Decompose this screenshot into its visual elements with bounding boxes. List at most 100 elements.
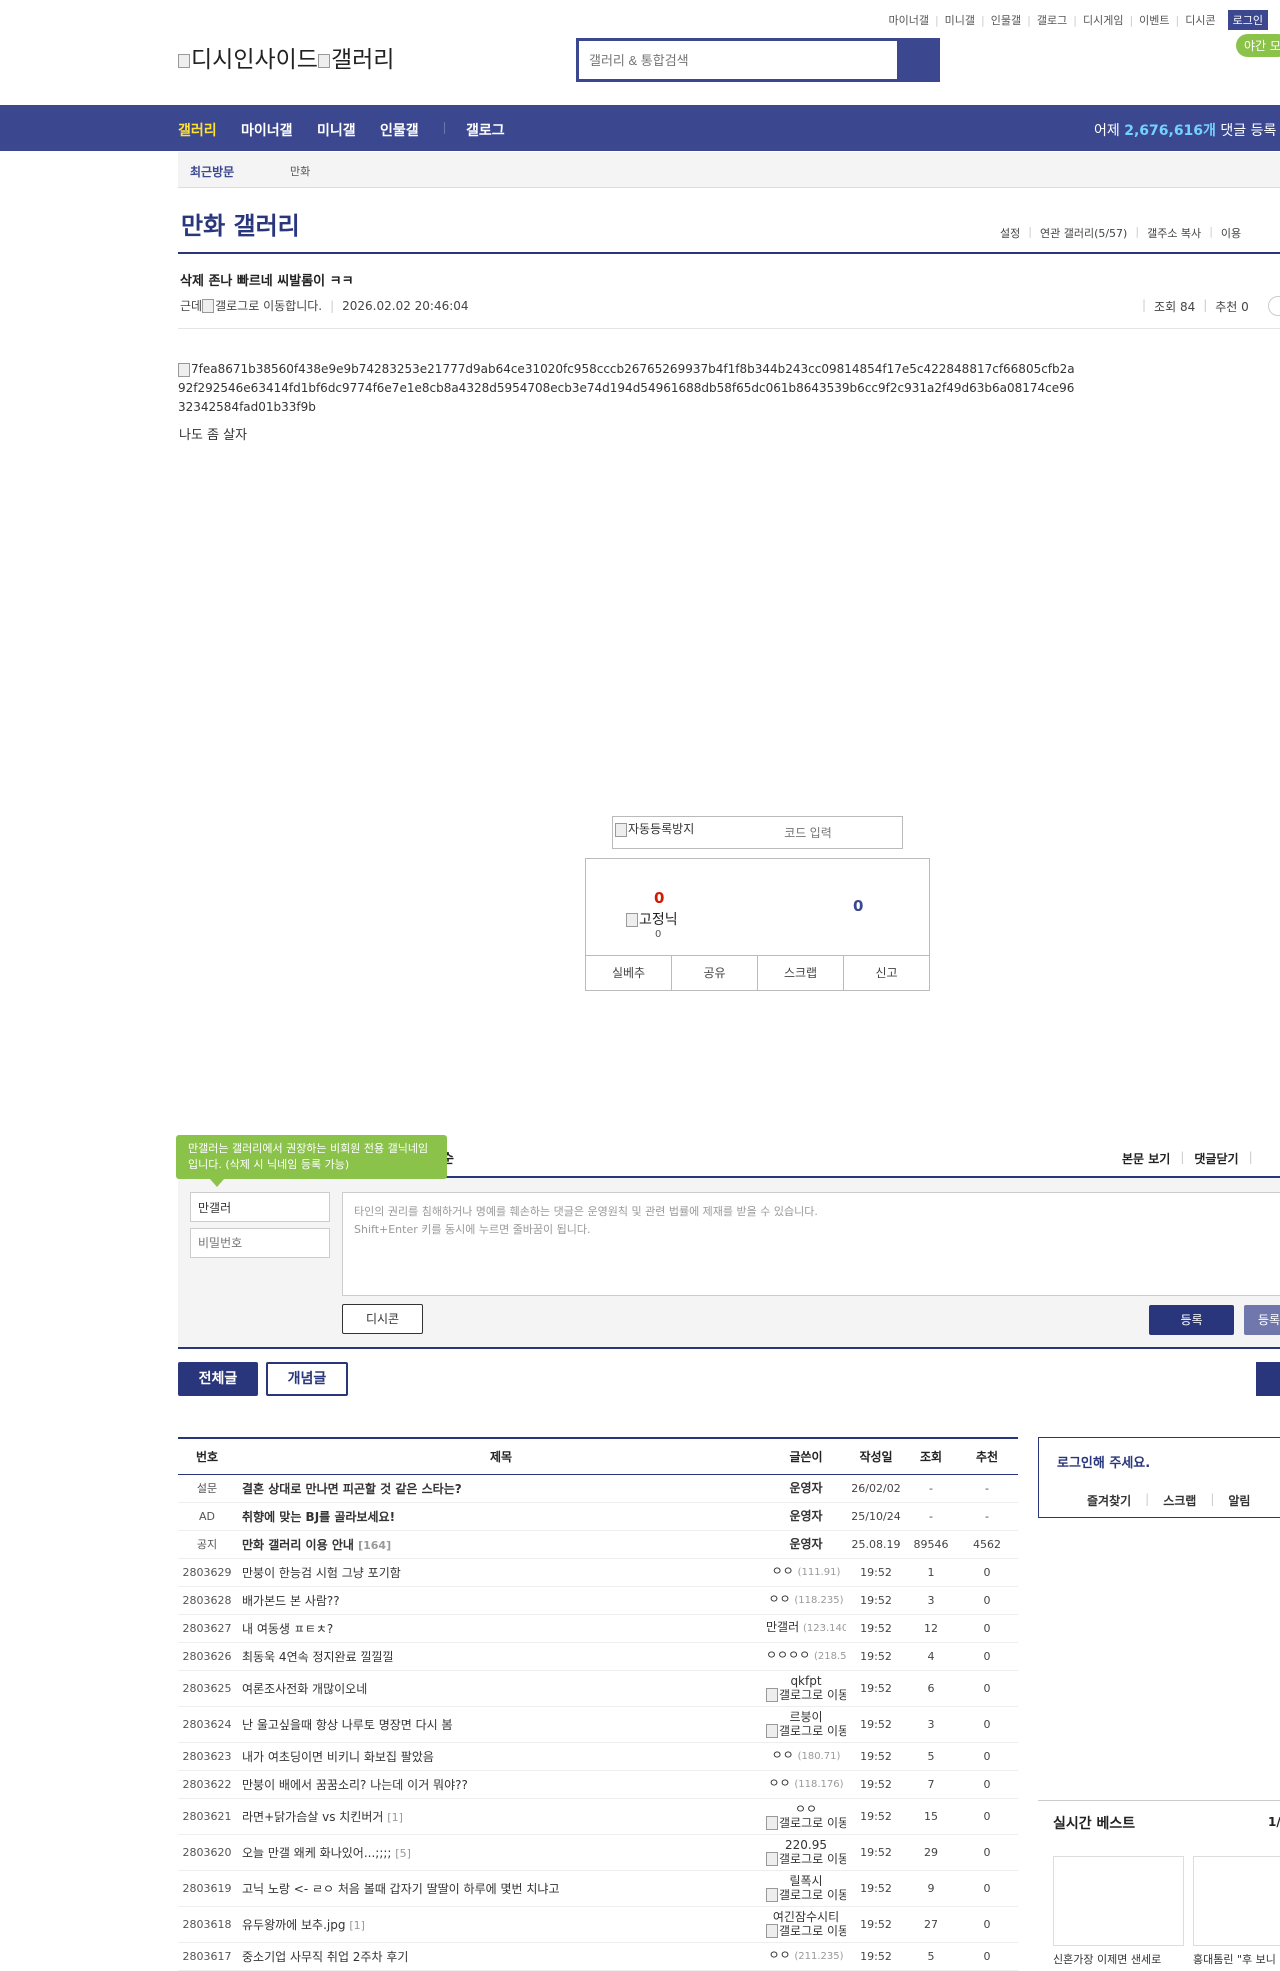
best-thumbnail-1[interactable]: [1053, 1856, 1184, 1946]
row-writer-name[interactable]: 220.95: [785, 1838, 827, 1852]
row-comment-count[interactable]: [5]: [395, 1847, 411, 1860]
row-writer-name[interactable]: 운영자: [789, 1509, 822, 1523]
row-title[interactable]: 유두왕까에 보추.jpg [1]: [236, 1906, 766, 1943]
row-writer-name[interactable]: ㅇㅇ: [768, 1776, 790, 1790]
copy-address-link[interactable]: 갤주소 복사: [1147, 225, 1201, 241]
row-title[interactable]: 만붕이 배에서 꿈꿈소리? 나는데 이거 뭐야??: [236, 1770, 766, 1799]
share-button[interactable]: 공유: [672, 956, 758, 990]
row-title[interactable]: 중소기업 사무직 취업 2주차 후기: [236, 1942, 766, 1971]
best-thumbnail-2[interactable]: [1193, 1856, 1280, 1946]
top-menu-mini[interactable]: 미니갤: [945, 12, 975, 28]
row-title[interactable]: 결혼 상대로 만나면 피곤할 것 같은 스타는?: [236, 1474, 766, 1503]
login-button[interactable]: 로그인: [1227, 10, 1268, 30]
row-writer-name[interactable]: ㅇㅇ: [772, 1748, 794, 1762]
view-body-link[interactable]: 본문 보기: [1122, 1150, 1170, 1167]
row-title-text[interactable]: 만화 갤러리 이용 안내: [242, 1538, 354, 1552]
scrap-button[interactable]: 스크랩: [758, 956, 844, 990]
row-writer-name[interactable]: ㅇㅇㅇㅇ: [766, 1648, 810, 1662]
row-title[interactable]: 오늘 만갤 왜케 화나있어...;;;; [5]: [236, 1834, 766, 1871]
register-button[interactable]: 등록: [1149, 1305, 1234, 1335]
table-row[interactable]: AD 취향에 맞는 BJ를 골라보세요! 운영자 25/10/24- -: [178, 1502, 1018, 1531]
tab-all-posts[interactable]: 전체글: [178, 1362, 258, 1396]
table-row[interactable]: 2803621라면+닭가슴살 vs 치킨버거 [1]ㅇㅇ갤로그로 이동합니다.1…: [178, 1798, 1018, 1835]
row-title-text[interactable]: 내가 여초딩이면 비키니 화보집 팔았음: [242, 1750, 434, 1764]
row-writer-name[interactable]: ㅇㅇ: [795, 1802, 817, 1816]
real-best-button[interactable]: 실베추: [586, 956, 672, 990]
row-comment-count[interactable]: [164]: [358, 1539, 391, 1552]
tab-recommended-posts[interactable]: 개념글: [266, 1362, 348, 1396]
table-row[interactable]: 2803619 고닉 노랑 <- ㄹㅇ 처음 볼때 갑자기 딸딸이 하루에 몇번 …: [178, 1870, 1018, 1907]
row-writer-badge[interactable]: 갤로그로 이동합니다.: [779, 1888, 846, 1902]
row-writer-name[interactable]: 릴폭시: [789, 1874, 822, 1888]
dccon-button[interactable]: 디시콘: [342, 1304, 423, 1334]
downvote-count[interactable]: 0: [853, 897, 863, 915]
row-writer-name[interactable]: ㅇㅇ: [768, 1592, 790, 1606]
row-title-text[interactable]: 오늘 만갤 왜케 화나있어...;;;;: [242, 1846, 391, 1860]
row-title-text[interactable]: 유두왕까에 보추.jpg: [242, 1918, 345, 1932]
register-recommend-button[interactable]: 등록: [1244, 1305, 1280, 1335]
row-title-text[interactable]: 고닉 노랑 <- ㄹㅇ 처음 볼때 갑자기 딸딸이 하루에 몇번 치냐고: [242, 1882, 560, 1896]
row-title[interactable]: 만화 갤러리 이용 안내 [164]: [236, 1530, 766, 1559]
report-button[interactable]: 신고: [844, 956, 929, 990]
top-menu-minor[interactable]: 마이너갤: [888, 12, 928, 28]
top-menu-dccon[interactable]: 디시콘: [1185, 12, 1215, 28]
write-button[interactable]: [1256, 1362, 1280, 1396]
favorites-link[interactable]: 즐겨찾기: [1087, 1492, 1131, 1509]
nav-person[interactable]: 인물갤: [380, 120, 419, 140]
row-title-text[interactable]: 라면+닭가슴살 vs 치킨버거: [242, 1810, 383, 1824]
top-menu-person[interactable]: 인물갤: [991, 12, 1021, 28]
post-author-badge[interactable]: 갤로그로 이동합니다.: [215, 297, 322, 314]
row-writer-name[interactable]: ㅇㅇ: [772, 1564, 794, 1578]
search-button[interactable]: [897, 41, 937, 79]
row-writer-name[interactable]: 운영자: [789, 1537, 822, 1551]
row-title[interactable]: 난 울고싶을때 항상 나루토 명장면 다시 봄: [236, 1706, 766, 1743]
top-menu-game[interactable]: 디시게임: [1083, 12, 1123, 28]
table-row[interactable]: 2803624 난 울고싶을때 항상 나루토 명장면 다시 봄 르붕이갤로그로 이동…: [178, 1706, 1018, 1743]
recent-visit-item[interactable]: 만화: [290, 163, 310, 179]
table-row[interactable]: 2803626 최동욱 4연속 정지완료 낄낄낄 ㅇㅇㅇㅇ (218.52)19:5…: [178, 1642, 1018, 1671]
row-title-text[interactable]: 내 여동생 ㅍㅌㅊ?: [242, 1622, 333, 1636]
row-title[interactable]: 최동욱 4연속 정지완료 낄낄낄: [236, 1642, 766, 1671]
table-row[interactable]: 2803618유두왕까에 보추.jpg [1]여긴잠수시티갤로그로 이동합니다.…: [178, 1906, 1018, 1943]
table-row[interactable]: 2803625 여론조사전화 개많이오네 qkfpt갤로그로 이동합니다.19:52…: [178, 1670, 1018, 1707]
search-input[interactable]: [579, 41, 897, 79]
nav-gallery[interactable]: 갤러리: [178, 120, 217, 140]
row-writer-name[interactable]: 여긴잠수시티: [773, 1910, 839, 1924]
row-title[interactable]: 만붕이 한능검 시험 그냥 포기함: [236, 1558, 766, 1587]
row-writer-name[interactable]: 운영자: [789, 1481, 822, 1495]
table-row[interactable]: 2803620 오늘 만갤 왜케 화나있어...;;;; [5] 220.95 갤로그…: [178, 1834, 1018, 1871]
password-field[interactable]: [190, 1228, 330, 1258]
captcha-input[interactable]: [728, 823, 888, 843]
login-prompt[interactable]: 로그인해 주세요.: [1057, 1452, 1150, 1471]
nav-minor[interactable]: 마이너갤: [241, 120, 293, 140]
table-row[interactable]: 공지 만화 갤러리 이용 안내 [164] 운영자 25.08.19 89546 4562: [178, 1530, 1018, 1559]
row-title-text[interactable]: 만붕이 배에서 꿈꿈소리? 나는데 이거 뭐야??: [242, 1778, 468, 1792]
scrap-link[interactable]: 스크랩: [1163, 1492, 1196, 1509]
row-writer-name[interactable]: 만갤러: [766, 1620, 799, 1634]
row-title-text[interactable]: 배가본드 본 사람??: [242, 1594, 340, 1608]
row-writer-name[interactable]: qkfpt: [790, 1674, 821, 1688]
night-mode-button[interactable]: 야간 모: [1236, 34, 1280, 57]
row-writer-badge[interactable]: 갤로그로 이동합니다.: [779, 1816, 846, 1830]
row-title[interactable]: 취향에 맞는 BJ를 골라보세요!: [236, 1502, 766, 1531]
close-comments-link[interactable]: 댓글닫기: [1194, 1150, 1238, 1167]
table-row[interactable]: 2803628 배가본드 본 사람?? ㅇㅇ (118.235) 19:52 3 0: [178, 1586, 1018, 1615]
row-writer-badge[interactable]: 갤로그로 이동합니다.: [779, 1724, 846, 1738]
more-options-icon[interactable]: [1268, 296, 1280, 316]
best-caption-2[interactable]: 홍대톰린 "후 보니: [1193, 1951, 1276, 1967]
table-row[interactable]: 2803627 내 여동생 ㅍㅌㅊ? 만갤러 (123.140)19:52120: [178, 1614, 1018, 1643]
row-title[interactable]: 내 여동생 ㅍㅌㅊ?: [236, 1614, 766, 1643]
table-row[interactable]: 2803629 만붕이 한능검 시험 그냥 포기함 ㅇㅇ (111.91) 19:52…: [178, 1558, 1018, 1587]
nav-mini[interactable]: 미니갤: [317, 120, 356, 140]
usage-link[interactable]: 이용: [1221, 225, 1241, 241]
row-title-text[interactable]: 만붕이 한능검 시험 그냥 포기함: [242, 1566, 401, 1580]
best-caption-1[interactable]: 신혼가장 이제면 샌세로: [1053, 1951, 1161, 1967]
table-row[interactable]: 2803617 중소기업 사무직 취업 2주차 후기 ㅇㅇ (211.235) 19:…: [178, 1942, 1018, 1971]
row-title[interactable]: 고닉 노랑 <- ㄹㅇ 처음 볼때 갑자기 딸딸이 하루에 몇번 치냐고: [236, 1870, 766, 1907]
notification-link[interactable]: 알림: [1228, 1492, 1250, 1509]
row-title-text[interactable]: 중소기업 사무직 취업 2주차 후기: [242, 1950, 408, 1964]
row-writer-name[interactable]: 르붕이: [789, 1710, 822, 1724]
comment-textarea[interactable]: 타인의 권리를 침해하거나 명예를 훼손하는 댓글은 운영원칙 및 관련 법률에…: [342, 1192, 1280, 1296]
row-title[interactable]: 라면+닭가슴살 vs 치킨버거 [1]: [236, 1798, 766, 1835]
row-title-text[interactable]: 취향에 맞는 BJ를 골라보세요!: [242, 1510, 395, 1524]
